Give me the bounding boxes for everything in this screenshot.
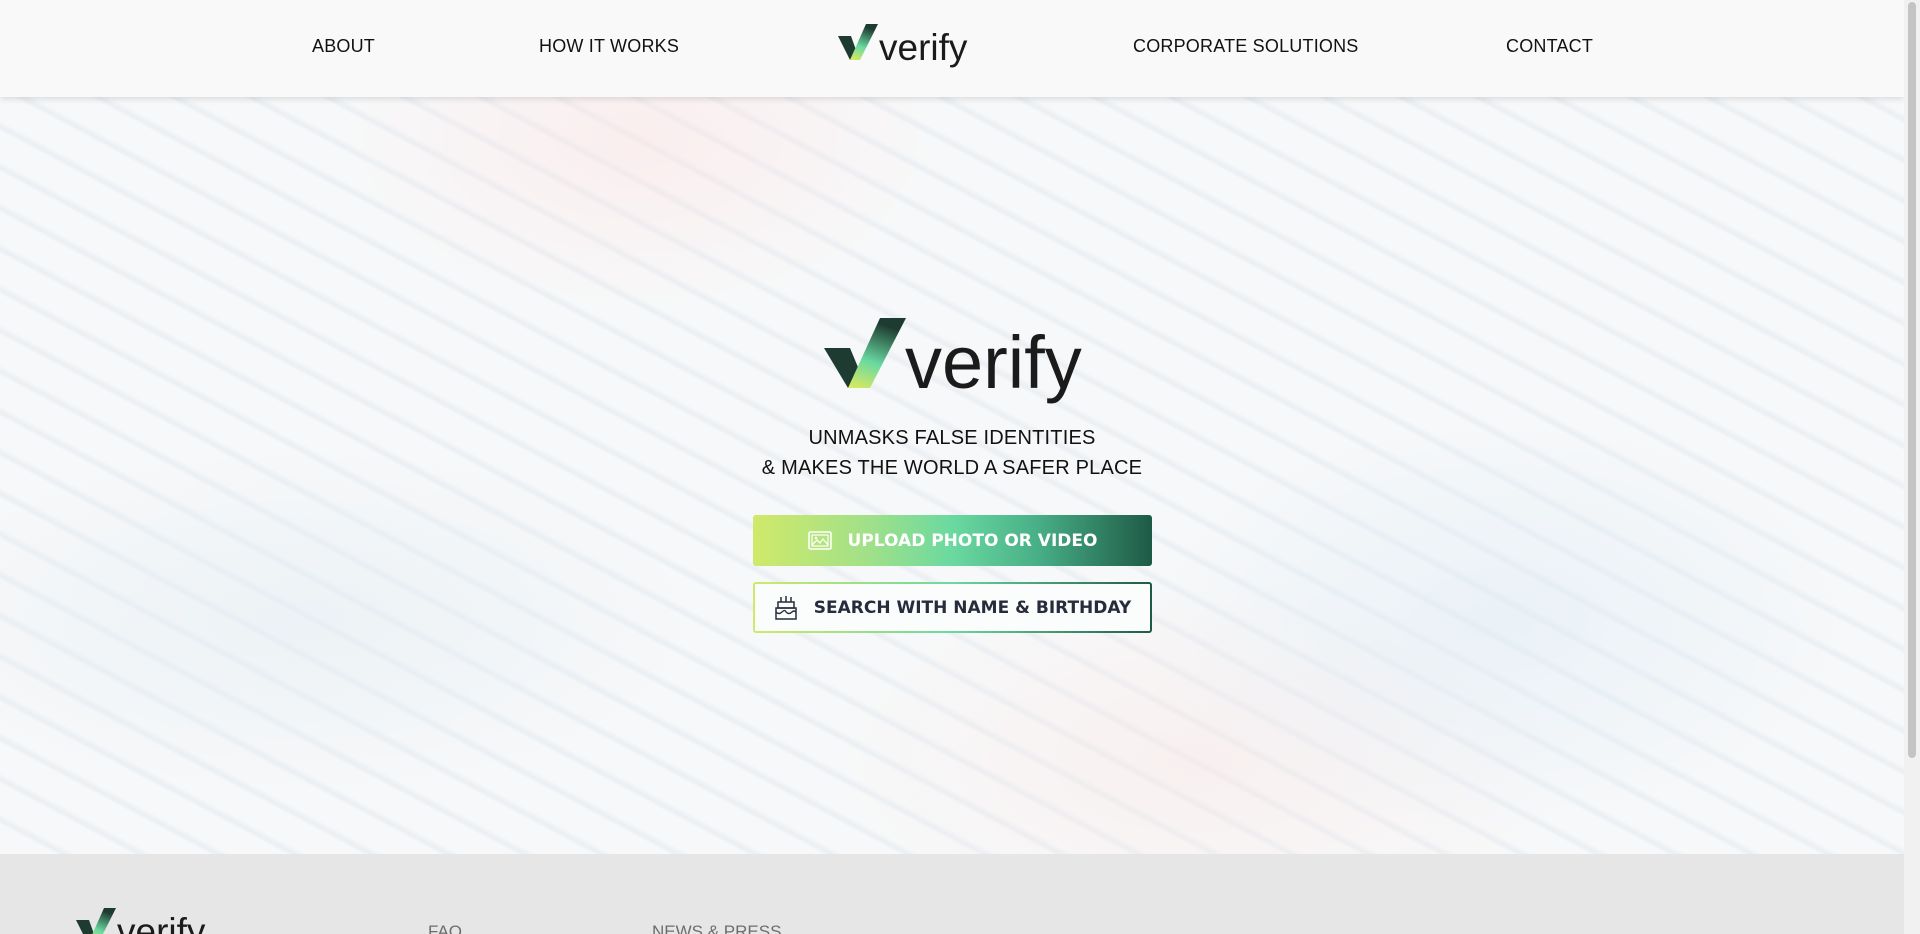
footer-logo[interactable]: verify — [76, 908, 208, 934]
nav-link-corporate-solutions[interactable]: CORPORATE SOLUTIONS — [1133, 36, 1359, 57]
footer-link-news-press[interactable]: NEWS & PRESS — [652, 922, 781, 934]
page: ABOUT HOW IT WORKS verify CORPORATE SOLU… — [0, 0, 1904, 934]
upload-button-label: UPLOAD PHOTO OR VIDEO — [847, 530, 1098, 551]
svg-text:verify: verify — [905, 321, 1082, 404]
footer-link-faq[interactable]: FAQ — [428, 922, 462, 934]
nav-link-how-it-works[interactable]: HOW IT WORKS — [539, 36, 679, 57]
birthday-cake-icon — [774, 595, 798, 621]
search-button-label: SEARCH WITH NAME & BIRTHDAY — [813, 597, 1132, 618]
search-with-name-birthday-button[interactable]: SEARCH WITH NAME & BIRTHDAY — [753, 582, 1152, 633]
nav-link-about[interactable]: ABOUT — [312, 36, 375, 57]
top-navbar: ABOUT HOW IT WORKS verify CORPORATE SOLU… — [0, 0, 1904, 97]
hero-logo: verify — [824, 318, 1082, 404]
nav-link-contact[interactable]: CONTACT — [1506, 36, 1593, 57]
footer: verify FAQ NEWS & PRESS — [0, 854, 1904, 934]
nav-logo[interactable]: verify — [838, 24, 970, 72]
svg-text:verify: verify — [879, 27, 968, 68]
svg-text:verify: verify — [117, 911, 206, 934]
image-icon — [807, 531, 832, 550]
scrollbar-thumb[interactable] — [1908, 2, 1916, 758]
upload-photo-or-video-button[interactable]: UPLOAD PHOTO OR VIDEO — [753, 515, 1152, 566]
tagline-line-2: & MAKES THE WORLD A SAFER PLACE — [761, 457, 1143, 479]
tagline-line-1: UNMASKS FALSE IDENTITIES — [808, 427, 1096, 449]
vertical-scrollbar[interactable] — [1904, 0, 1920, 934]
